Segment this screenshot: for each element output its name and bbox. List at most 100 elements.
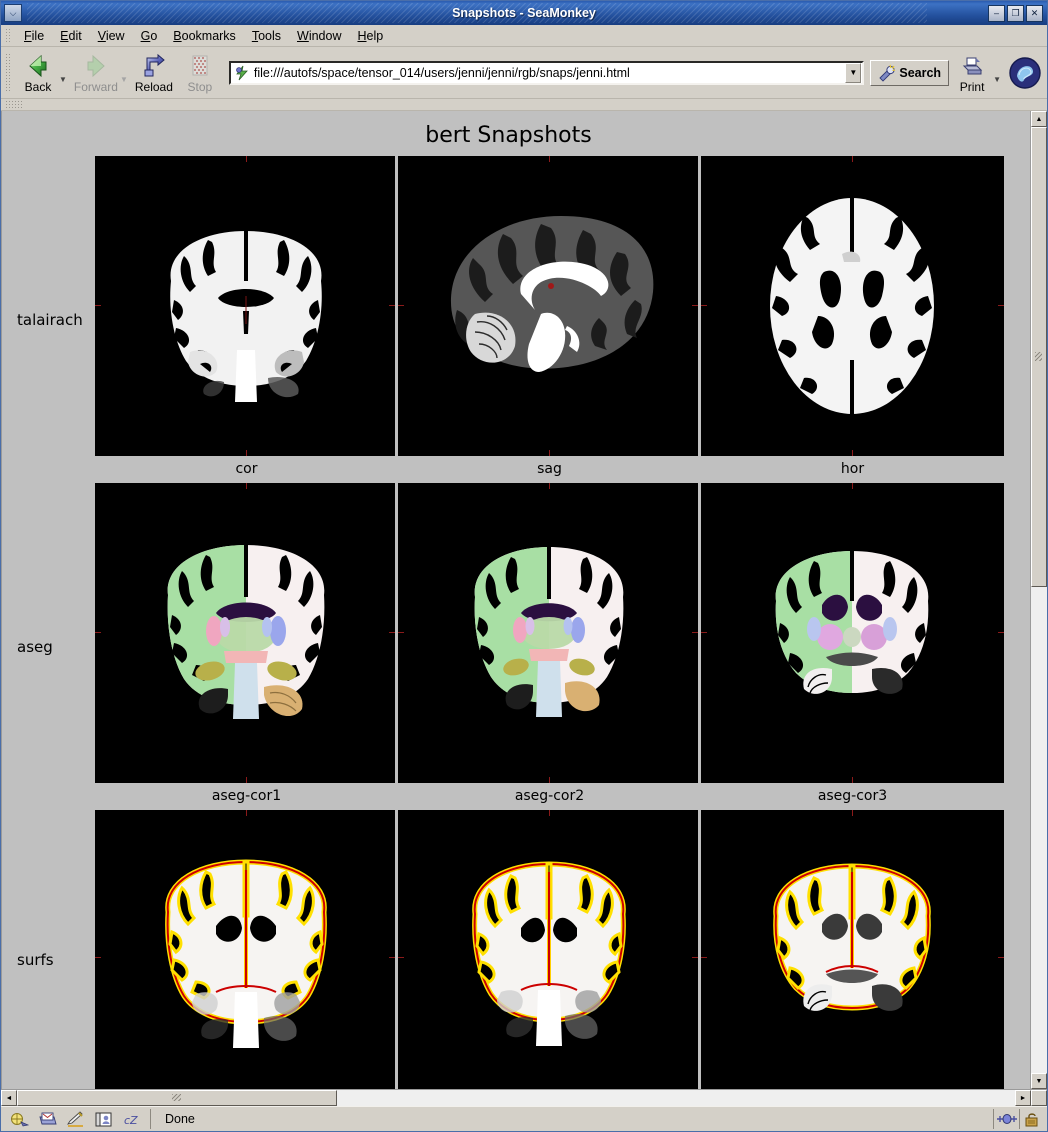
mri-axial-image[interactable] bbox=[701, 156, 1004, 456]
aseg-cor3-image[interactable] bbox=[701, 483, 1004, 783]
scroll-down-button[interactable]: ▼ bbox=[1031, 1073, 1047, 1089]
crosshair-tick-right bbox=[998, 632, 1004, 633]
snapshot-cell[interactable] bbox=[95, 810, 398, 1089]
brain-sagittal-svg bbox=[398, 156, 701, 456]
crosshair-tick-bottom bbox=[246, 777, 247, 783]
row-cells: cor bbox=[95, 156, 1015, 483]
horizontal-scroll-thumb[interactable] bbox=[17, 1090, 337, 1106]
surfs-cor3-image[interactable] bbox=[701, 810, 1004, 1089]
minimize-button[interactable]: – bbox=[988, 5, 1005, 22]
snapshot-cell[interactable]: sag bbox=[398, 156, 701, 483]
search-button[interactable]: Search bbox=[870, 60, 949, 86]
close-button[interactable]: ✕ bbox=[1026, 5, 1043, 22]
forward-icon bbox=[83, 53, 109, 79]
aseg-cor1-image[interactable] bbox=[95, 483, 398, 783]
crosshair-tick-right bbox=[692, 305, 698, 306]
row-cells: aseg-cor1 bbox=[95, 483, 1015, 810]
seamonkey-logo-icon[interactable] bbox=[1008, 56, 1042, 90]
printer-icon bbox=[959, 53, 985, 79]
crosshair-tick-bottom bbox=[852, 777, 853, 783]
svg-text:cZ: cZ bbox=[124, 1114, 138, 1127]
row-label-surfs: surfs bbox=[2, 810, 95, 1089]
window-controls: – ❐ ✕ bbox=[988, 5, 1045, 22]
composer-icon[interactable] bbox=[66, 1111, 85, 1128]
window-title: Snapshots - SeaMonkey bbox=[1, 6, 1047, 20]
snapshot-cell[interactable] bbox=[398, 810, 701, 1089]
crosshair-tick-top bbox=[852, 483, 853, 489]
aseg-coronal-svg-3 bbox=[701, 483, 1004, 783]
menu-tools[interactable]: Tools bbox=[244, 27, 289, 45]
connection-status[interactable] bbox=[993, 1109, 1019, 1129]
snapshot-cell[interactable]: aseg-cor2 bbox=[398, 483, 701, 810]
back-button[interactable]: Back bbox=[15, 50, 61, 96]
crosshair-tick-bottom bbox=[549, 450, 550, 456]
reload-label: Reload bbox=[135, 80, 173, 94]
surfs-cor1-image[interactable] bbox=[95, 810, 398, 1089]
url-dropdown-button[interactable]: ▼ bbox=[845, 63, 861, 83]
menu-file[interactable]: File bbox=[16, 27, 52, 45]
browser-icon[interactable] bbox=[10, 1111, 29, 1128]
surfs-cor2-image[interactable] bbox=[398, 810, 701, 1089]
status-message: Done bbox=[151, 1112, 993, 1126]
page-viewport: bert Snapshots talairach bbox=[1, 111, 1030, 1089]
snapshot-cell[interactable]: cor bbox=[95, 156, 398, 483]
crosshair-tick-top bbox=[549, 810, 550, 816]
snapshot-cell[interactable]: aseg-cor1 bbox=[95, 483, 398, 810]
crosshair-tick-right bbox=[998, 957, 1004, 958]
personal-toolbar-grip[interactable] bbox=[5, 100, 23, 109]
crosshair-tick-right bbox=[692, 957, 698, 958]
system-menu-button[interactable]: ⌵ bbox=[4, 4, 22, 22]
crosshair-tick-top bbox=[246, 156, 247, 162]
menubar-grip[interactable] bbox=[5, 28, 12, 44]
mail-icon[interactable] bbox=[38, 1111, 57, 1128]
print-button[interactable]: Print bbox=[949, 50, 995, 96]
vertical-scroll-track[interactable] bbox=[1031, 127, 1047, 1073]
scroll-right-button[interactable]: ► bbox=[1015, 1090, 1031, 1106]
url-bar[interactable]: ▼ bbox=[229, 61, 864, 85]
component-bar: cZ bbox=[3, 1109, 151, 1129]
print-dropdown-arrow[interactable]: ▼ bbox=[993, 75, 1001, 84]
url-input[interactable] bbox=[254, 64, 845, 82]
snapshot-row: aseg bbox=[2, 483, 1015, 810]
crosshair-tick-bottom bbox=[549, 777, 550, 783]
crosshair-tick-left bbox=[95, 957, 101, 958]
aseg-cor2-image[interactable] bbox=[398, 483, 701, 783]
back-dropdown-arrow[interactable]: ▼ bbox=[59, 75, 67, 84]
menu-view[interactable]: View bbox=[90, 27, 133, 45]
mri-sagittal-image[interactable] bbox=[398, 156, 701, 456]
menu-bookmarks[interactable]: Bookmarks bbox=[165, 27, 244, 45]
menu-go[interactable]: Go bbox=[133, 27, 166, 45]
stop-label: Stop bbox=[188, 80, 213, 94]
snapshot-cell[interactable]: hor bbox=[701, 156, 1004, 483]
addressbook-icon[interactable] bbox=[94, 1111, 113, 1128]
page-title: bert Snapshots bbox=[2, 111, 1015, 156]
vertical-scrollbar[interactable]: ▲ ▼ bbox=[1030, 111, 1047, 1089]
crosshair-tick-top bbox=[549, 483, 550, 489]
scroll-up-button[interactable]: ▲ bbox=[1031, 111, 1047, 127]
resize-grip[interactable] bbox=[1031, 1090, 1047, 1106]
crosshair-tick-right bbox=[389, 305, 395, 306]
maximize-button[interactable]: ❐ bbox=[1007, 5, 1024, 22]
menu-edit[interactable]: Edit bbox=[52, 27, 90, 45]
surf-coronal-svg-2 bbox=[398, 810, 701, 1089]
cell-caption: aseg-cor3 bbox=[701, 783, 1004, 810]
security-status[interactable] bbox=[1019, 1109, 1045, 1129]
snapshot-cell[interactable] bbox=[701, 810, 1004, 1089]
irc-chatzilla-icon[interactable]: cZ bbox=[122, 1111, 141, 1128]
crosshair-tick-left bbox=[95, 632, 101, 633]
menu-help[interactable]: Help bbox=[349, 27, 391, 45]
menu-window[interactable]: Window bbox=[289, 27, 349, 45]
snapshot-cell[interactable]: aseg-cor3 bbox=[701, 483, 1004, 810]
row-label-talairach: talairach bbox=[2, 156, 95, 483]
horizontal-scroll-track[interactable] bbox=[17, 1090, 1015, 1106]
search-label: Search bbox=[899, 66, 941, 80]
toolbar-grip[interactable] bbox=[5, 53, 12, 93]
crosshair-tick-top bbox=[549, 156, 550, 162]
mri-coronal-image[interactable] bbox=[95, 156, 398, 456]
reload-button[interactable]: Reload bbox=[131, 50, 177, 96]
browser-window: ⌵ Snapshots - SeaMonkey – ❐ ✕ File Edit … bbox=[0, 0, 1048, 1132]
horizontal-scrollbar[interactable]: ◄ ► bbox=[1, 1089, 1047, 1106]
title-bar: ⌵ Snapshots - SeaMonkey – ❐ ✕ bbox=[1, 1, 1047, 25]
scroll-left-button[interactable]: ◄ bbox=[1, 1090, 17, 1106]
vertical-scroll-thumb[interactable] bbox=[1031, 127, 1047, 587]
